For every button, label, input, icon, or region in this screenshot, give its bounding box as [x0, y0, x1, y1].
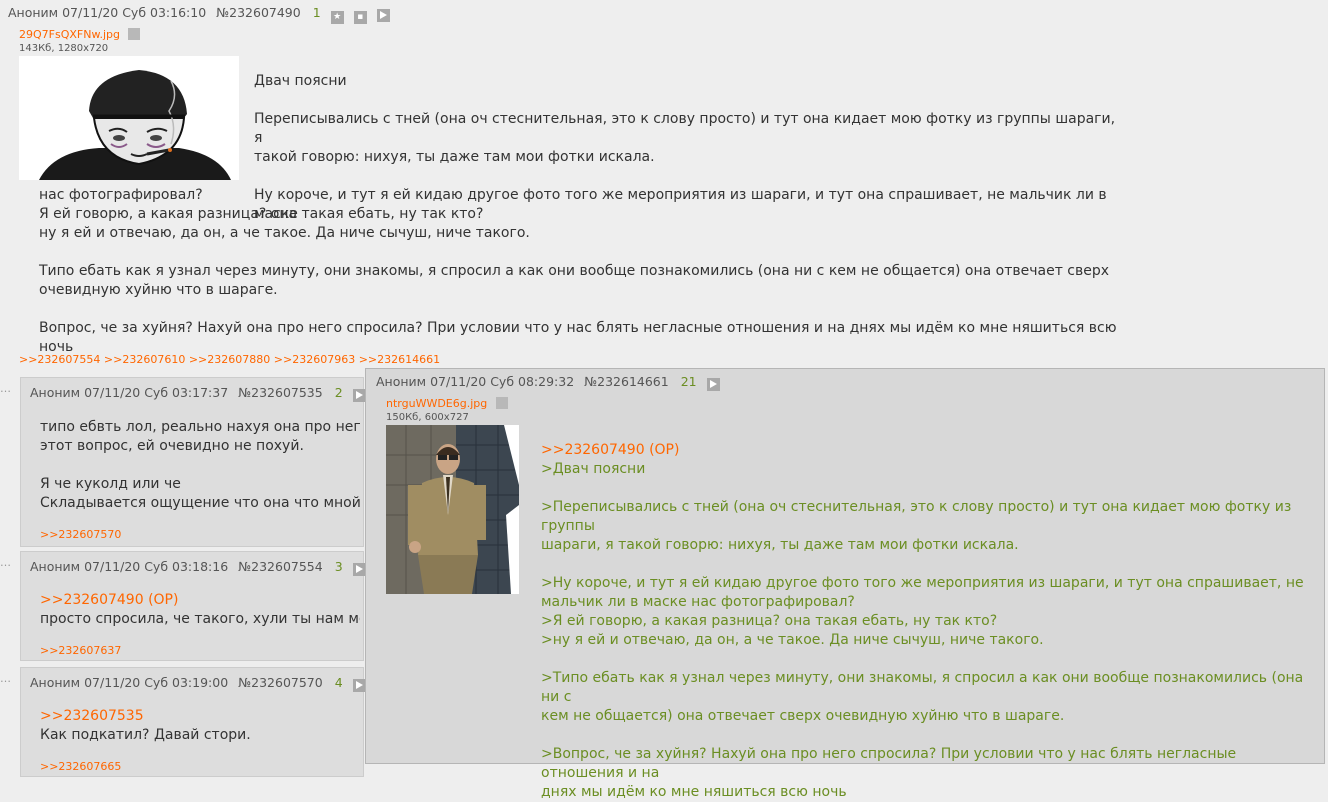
play-icon[interactable]: [352, 563, 366, 576]
post-line: Складывается ощущение что она что мной т…: [40, 495, 360, 511]
quote-line: >Я ей говорю, а какая разница? она такая…: [541, 613, 998, 629]
reply-link[interactable]: >>232607880: [189, 353, 270, 366]
post-index: 3: [334, 559, 343, 574]
post-line: типо ебвть лол, реально нахуя она про не…: [40, 419, 360, 435]
quote-line: >Типо ебать как я узнал через минуту, он…: [541, 670, 1304, 705]
post-text: >>232607490 (OP) просто спросила, че так…: [40, 591, 360, 629]
post-replies: >>232607570: [40, 528, 121, 541]
post-author: Аноним: [376, 374, 427, 389]
post-index: 21: [680, 374, 697, 389]
op-line: ну я ей и отвечаю, да он, а че такое. Да…: [39, 225, 530, 241]
thread-dots: …: [0, 556, 12, 569]
post-number[interactable]: №232607535: [238, 385, 323, 400]
expand-icon[interactable]: ▪: [353, 11, 367, 24]
post-line: Как подкатил? Давай стори.: [40, 727, 251, 743]
post-author: Аноним: [30, 385, 81, 400]
post-index: 1: [312, 5, 321, 20]
op-text-continued: нас фотографировал? Я ей говорю, а какая…: [39, 186, 1139, 357]
post-line: просто спросила, че такого, хули ты нам …: [40, 611, 360, 627]
post-header: Аноним 07/11/20 Суб 08:29:32 №232614661 …: [376, 375, 720, 391]
post-replies: >>232607665: [40, 760, 121, 773]
reply-post: Аноним 07/11/20 Суб 03:17:37 №232607535 …: [20, 377, 366, 547]
post-index: 2: [334, 385, 343, 400]
op-file-info: 29Q7FsQXFNw.jpg 143Кб, 1280x720: [19, 26, 141, 54]
op-line: Переписывались с тней (она оч стеснитель…: [254, 111, 1116, 146]
quote-line: шараги, я такой говорю: нихуя, ты даже т…: [541, 537, 1019, 553]
popup-file-info: ntrguWWDE6g.jpg 150Кб, 600x727: [386, 395, 508, 423]
op-line: нас фотографировал?: [39, 187, 203, 203]
post-header: Аноним 07/11/20 Суб 03:17:37 №232607535 …: [30, 386, 366, 402]
op-post: Аноним 07/11/20 Суб 03:16:10 №232607490 …: [8, 6, 1308, 24]
op-line: Типо ебать как я узнал через минуту, они…: [39, 263, 1110, 279]
reply-link[interactable]: >>232607610: [104, 353, 185, 366]
post-author: Аноним: [30, 559, 81, 574]
file-name[interactable]: 29Q7FsQXFNw.jpg: [19, 28, 120, 41]
post-header: Аноним 07/11/20 Суб 03:18:16 №232607554 …: [30, 560, 366, 576]
reply-to-link[interactable]: >>232607490 (OP): [541, 442, 679, 458]
quote-line: >Вопрос, че за хуйня? Нахуй она про него…: [541, 746, 1237, 781]
man-in-suit-picture: [386, 425, 519, 594]
quote-line: мальчик ли в маске нас фотографировал?: [541, 594, 855, 610]
op-line: очевидную хуйню что в шараге.: [39, 282, 278, 298]
post-header: Аноним 07/11/20 Суб 03:16:10 №232607490 …: [8, 6, 1308, 24]
thread-dots: …: [0, 382, 12, 395]
reply-post: Аноним 07/11/20 Суб 03:19:00 №232607570 …: [20, 667, 366, 777]
quote-line: >ну я ей и отвечаю, да он, а че такое. Д…: [541, 632, 1044, 648]
post-author: Аноним: [30, 675, 81, 690]
reply-post: Аноним 07/11/20 Суб 03:18:16 №232607554 …: [20, 551, 366, 661]
reply-link[interactable]: >>232607665: [40, 760, 121, 773]
post-datetime: 07/11/20 Суб 08:29:32: [430, 374, 575, 389]
post-number[interactable]: №232607570: [238, 675, 323, 690]
post-author: Аноним: [8, 5, 59, 20]
file-name[interactable]: ntrguWWDE6g.jpg: [386, 397, 487, 410]
post-number[interactable]: №232607490: [216, 5, 301, 20]
play-icon[interactable]: [706, 378, 720, 391]
op-line: Я ей говорю, а какая разница? она такая …: [39, 206, 484, 222]
reply-link[interactable]: >>232607570: [40, 528, 121, 541]
op-line: Вопрос, че за хуйня? Нахуй она про него …: [39, 320, 1117, 355]
play-icon[interactable]: [352, 389, 366, 402]
quote-line: >Двач поясни: [541, 461, 646, 477]
reply-link[interactable]: >>232607963: [274, 353, 355, 366]
quote-line: >Ну короче, и тут я ей кидаю другое фото…: [541, 575, 1304, 591]
play-icon[interactable]: [376, 9, 390, 22]
quote-line: днях мы идём ко мне няшиться всю ночь: [541, 784, 847, 800]
op-image[interactable]: [19, 56, 239, 180]
search-icon[interactable]: [128, 28, 141, 40]
op-replies: >>232607554 >>232607610 >>232607880 >>23…: [19, 353, 440, 366]
post-number[interactable]: №232607554: [238, 559, 323, 574]
file-meta: 150Кб, 600x727: [386, 412, 469, 423]
post-datetime: 07/11/20 Суб 03:19:00: [84, 675, 229, 690]
post-text: >>232607535 Как подкатил? Давай стори.: [40, 707, 360, 745]
post-datetime: 07/11/20 Суб 03:17:37: [84, 385, 229, 400]
star-icon[interactable]: ★: [330, 11, 344, 24]
post-datetime: 07/11/20 Суб 03:16:10: [62, 5, 207, 20]
search-icon[interactable]: [495, 397, 508, 409]
file-meta: 143Кб, 1280x720: [19, 43, 109, 54]
op-line: Двач поясни: [254, 73, 347, 89]
popup-image[interactable]: [386, 425, 519, 594]
reply-to-link[interactable]: >>232607535: [40, 708, 144, 724]
post-line: этот вопрос, ей очевидно не похуй.: [40, 438, 304, 454]
post-index: 4: [334, 675, 343, 690]
popup-text: >>232607490 (OP) >Двач поясни >Переписыв…: [541, 441, 1316, 802]
post-replies: >>232607637: [40, 644, 121, 657]
play-icon[interactable]: [352, 679, 366, 692]
reply-to-link[interactable]: >>232607490 (OP): [40, 592, 178, 608]
quote-line: кем не общается) она отвечает сверх очев…: [541, 708, 1065, 724]
post-text: типо ебвть лол, реально нахуя она про не…: [40, 418, 360, 513]
reply-link[interactable]: >>232607637: [40, 644, 121, 657]
op-line: такой говорю: нихуя, ты даже там мои фот…: [254, 149, 655, 165]
reply-link[interactable]: >>232614661: [359, 353, 440, 366]
post-number[interactable]: №232614661: [584, 374, 669, 389]
post-datetime: 07/11/20 Суб 03:18:16: [84, 559, 229, 574]
quote-line: >Переписывались с тней (она оч стеснител…: [541, 499, 1292, 534]
reply-link[interactable]: >>232607554: [19, 353, 100, 366]
post-preview-popup: Аноним 07/11/20 Суб 08:29:32 №232614661 …: [365, 368, 1325, 800]
post-line: Я че куколд или че: [40, 476, 181, 492]
post-header: Аноним 07/11/20 Суб 03:19:00 №232607570 …: [30, 676, 366, 692]
doomer-picture: [19, 56, 239, 180]
thread-dots: …: [0, 672, 12, 685]
